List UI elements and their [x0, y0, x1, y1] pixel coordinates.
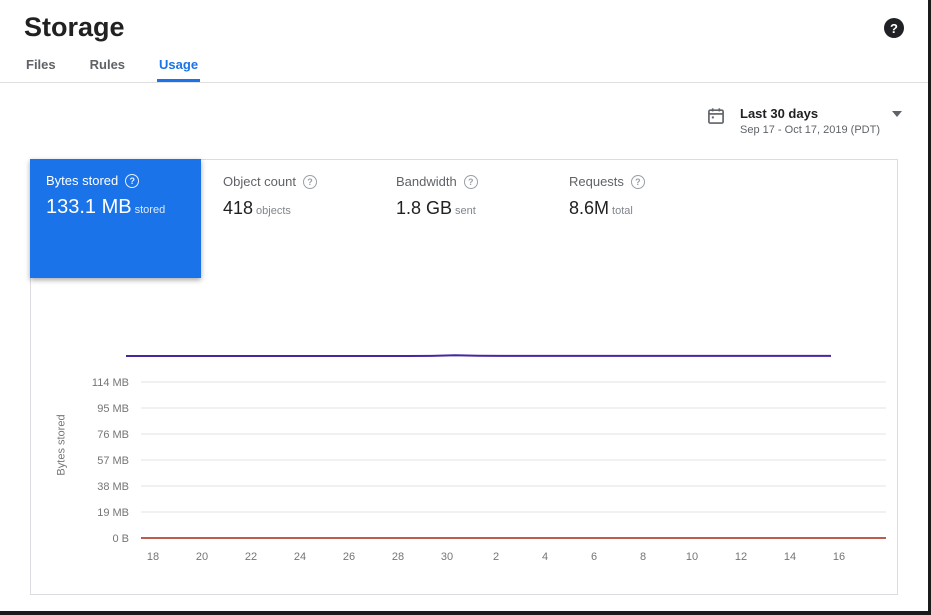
usage-chart-area: Bytes stored 0 B19 MB38 MB57 MB76 MB95 M…: [41, 340, 899, 580]
storage-page: Storage Files Rules Usage Last 30 days: [0, 0, 931, 615]
metric-card-bytes-stored[interactable]: Bytes stored 133.1 MBstored: [30, 159, 201, 278]
svg-text:8: 8: [640, 551, 646, 563]
svg-text:76 MB: 76 MB: [97, 429, 129, 441]
metric-value: 418: [223, 198, 253, 218]
svg-text:12: 12: [735, 551, 747, 563]
metric-unit: total: [612, 205, 633, 217]
date-range-text: Last 30 days Sep 17 - Oct 17, 2019 (PDT): [740, 106, 902, 136]
page-title: Storage: [24, 12, 125, 43]
svg-text:2: 2: [493, 551, 499, 563]
metric-card-object-count[interactable]: Object count 418objects: [201, 160, 374, 278]
calendar-icon: [706, 106, 726, 131]
svg-text:4: 4: [542, 551, 548, 563]
svg-text:20: 20: [196, 551, 208, 563]
tab-bar: Files Rules Usage: [0, 45, 928, 83]
usage-panel: Bytes stored 133.1 MBstored Object count…: [30, 159, 898, 595]
metric-unit: sent: [455, 205, 476, 217]
svg-text:18: 18: [147, 551, 159, 563]
help-circle-icon[interactable]: [631, 175, 645, 189]
chart-y-axis-title: Bytes stored: [55, 350, 69, 540]
metric-card-requests[interactable]: Requests 8.6Mtotal: [547, 160, 720, 278]
metric-label: Bytes stored: [46, 173, 118, 188]
svg-text:6: 6: [591, 551, 597, 563]
metrics-row: Bytes stored 133.1 MBstored Object count…: [31, 160, 897, 278]
svg-text:57 MB: 57 MB: [97, 455, 129, 467]
svg-text:0 B: 0 B: [112, 533, 129, 545]
svg-text:10: 10: [686, 551, 698, 563]
metric-unit: objects: [256, 205, 291, 217]
svg-text:24: 24: [294, 551, 306, 563]
svg-text:22: 22: [245, 551, 257, 563]
svg-text:95 MB: 95 MB: [97, 403, 129, 415]
svg-text:28: 28: [392, 551, 404, 563]
svg-text:30: 30: [441, 551, 453, 563]
help-circle-icon[interactable]: [125, 174, 139, 188]
tab-usage[interactable]: Usage: [157, 45, 200, 82]
help-circle-icon[interactable]: [303, 175, 317, 189]
metric-value: 133.1 MB: [46, 196, 132, 218]
svg-text:38 MB: 38 MB: [97, 481, 129, 493]
chevron-down-icon: [892, 111, 902, 117]
svg-text:26: 26: [343, 551, 355, 563]
metric-label: Bandwidth: [396, 174, 457, 189]
svg-text:14: 14: [784, 551, 796, 563]
usage-chart: 0 B19 MB38 MB57 MB76 MB95 MB114 MB182022…: [41, 340, 899, 580]
metric-unit: stored: [135, 204, 166, 216]
metric-value: 1.8 GB: [396, 198, 452, 218]
date-range-detail: Sep 17 - Oct 17, 2019 (PDT): [740, 124, 902, 136]
tab-files[interactable]: Files: [24, 45, 58, 82]
svg-text:19 MB: 19 MB: [97, 507, 129, 519]
date-range-selector[interactable]: Last 30 days Sep 17 - Oct 17, 2019 (PDT): [706, 106, 902, 136]
svg-text:114 MB: 114 MB: [92, 377, 129, 389]
svg-text:16: 16: [833, 551, 845, 563]
metric-label: Requests: [569, 174, 624, 189]
page-help-icon[interactable]: [884, 18, 904, 38]
toolbar: Last 30 days Sep 17 - Oct 17, 2019 (PDT): [0, 83, 928, 159]
metric-card-bandwidth[interactable]: Bandwidth 1.8 GBsent: [374, 160, 547, 278]
page-header: Storage: [0, 0, 928, 45]
metric-label: Object count: [223, 174, 296, 189]
metric-value: 8.6M: [569, 198, 609, 218]
date-range-label: Last 30 days: [740, 106, 818, 121]
tab-rules[interactable]: Rules: [88, 45, 127, 82]
help-circle-icon[interactable]: [464, 175, 478, 189]
